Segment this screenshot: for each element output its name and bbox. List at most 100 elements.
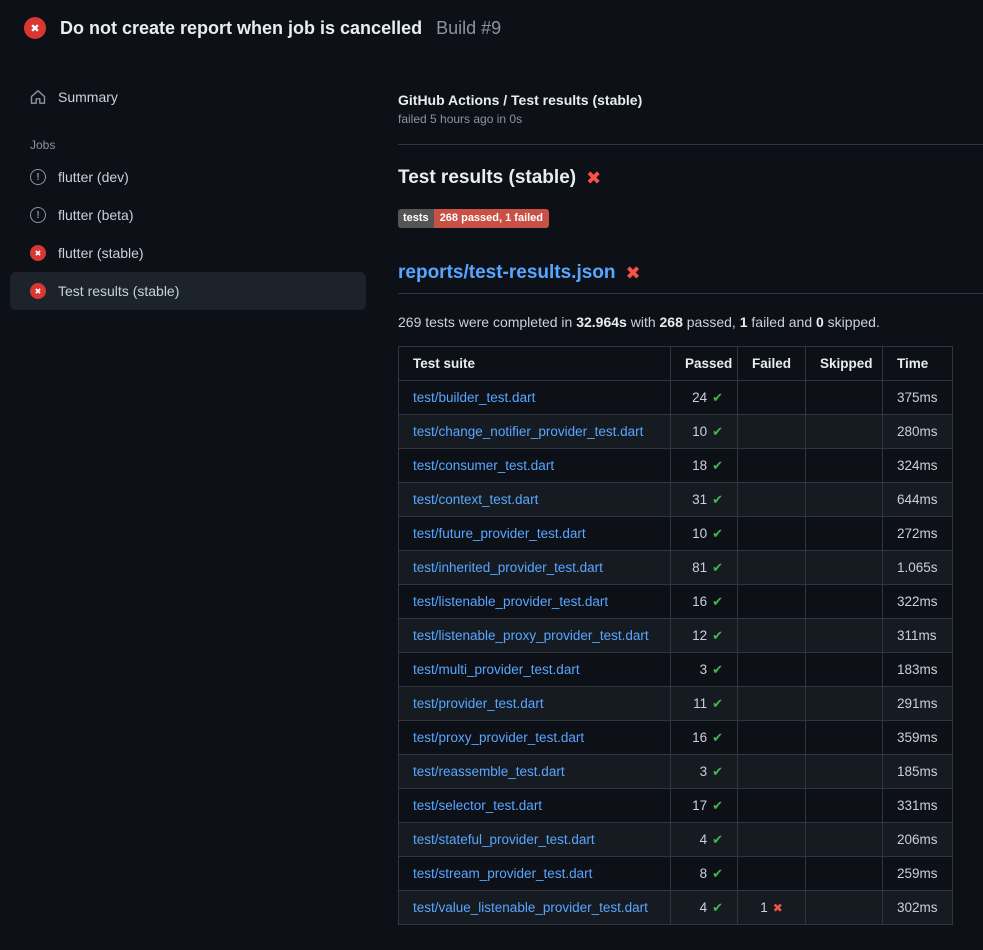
skipped-cell: [806, 653, 883, 687]
suite-cell: test/consumer_test.dart: [399, 449, 671, 483]
badge-label: tests: [398, 209, 434, 228]
table-row: test/proxy_provider_test.dart 16✔ 359ms: [399, 721, 953, 755]
failed-status-icon: ✖: [24, 17, 46, 39]
suite-cell: test/reassemble_test.dart: [399, 755, 671, 789]
page-header: ✖ Do not create report when job is cance…: [0, 0, 983, 54]
divider: [398, 144, 983, 145]
failed-cell: 1✖: [738, 891, 806, 925]
suite-cell: test/builder_test.dart: [399, 381, 671, 415]
suite-link[interactable]: test/inherited_provider_test.dart: [413, 560, 603, 575]
suite-link[interactable]: test/stream_provider_test.dart: [413, 866, 592, 881]
passed-cell: 16✔: [671, 585, 738, 619]
skipped-cell: [806, 755, 883, 789]
suite-link[interactable]: test/proxy_provider_test.dart: [413, 730, 584, 745]
suite-link[interactable]: test/selector_test.dart: [413, 798, 542, 813]
sidebar-item-job[interactable]: ! flutter (beta): [10, 196, 366, 234]
suite-link[interactable]: test/change_notifier_provider_test.dart: [413, 424, 643, 439]
suite-link[interactable]: test/listenable_proxy_provider_test.dart: [413, 628, 649, 643]
sidebar-item-label: Summary: [58, 89, 118, 105]
time-cell: 1.065s: [883, 551, 953, 585]
suite-link[interactable]: test/context_test.dart: [413, 492, 538, 507]
passed-cell: 81✔: [671, 551, 738, 585]
col-passed: Passed: [671, 347, 738, 381]
suite-cell: test/stream_provider_test.dart: [399, 857, 671, 891]
check-icon: ✔: [712, 833, 723, 848]
check-icon: ✔: [712, 697, 723, 712]
table-row: test/change_notifier_provider_test.dart …: [399, 415, 953, 449]
failed-cell: [738, 823, 806, 857]
time-cell: 359ms: [883, 721, 953, 755]
table-row: test/provider_test.dart 11✔ 291ms: [399, 687, 953, 721]
suite-link[interactable]: test/provider_test.dart: [413, 696, 544, 711]
check-icon: ✔: [712, 527, 723, 542]
run-meta: failed 5 hours ago in 0s: [398, 112, 983, 126]
main-content: GitHub Actions / Test results (stable) f…: [384, 54, 983, 925]
check-icon: ✔: [712, 595, 723, 610]
suite-link[interactable]: test/future_provider_test.dart: [413, 526, 586, 541]
skipped-cell: [806, 891, 883, 925]
sidebar-item-label: flutter (beta): [58, 207, 133, 223]
skipped-cell: [806, 857, 883, 891]
passed-cell: 4✔: [671, 823, 738, 857]
check-icon: ✔: [712, 391, 723, 406]
failed-cell: [738, 721, 806, 755]
table-row: test/context_test.dart 31✔ 644ms: [399, 483, 953, 517]
suite-link[interactable]: test/multi_provider_test.dart: [413, 662, 580, 677]
sidebar-item-summary[interactable]: Summary: [10, 78, 366, 116]
table-row: test/listenable_provider_test.dart 16✔ 3…: [399, 585, 953, 619]
failed-icon: ✖: [30, 245, 46, 261]
failed-cell: [738, 415, 806, 449]
suite-link[interactable]: test/listenable_provider_test.dart: [413, 594, 608, 609]
page-title: Do not create report when job is cancell…: [60, 18, 422, 39]
sidebar: Summary Jobs ! flutter (dev) ! flutter (…: [0, 54, 384, 310]
failed-cell: [738, 449, 806, 483]
check-icon: ✔: [712, 459, 723, 474]
failed-cell: [738, 619, 806, 653]
failed-cell: [738, 517, 806, 551]
failed-icon: ✖: [30, 283, 46, 299]
failed-cell: [738, 551, 806, 585]
table-row: test/stream_provider_test.dart 8✔ 259ms: [399, 857, 953, 891]
suite-link[interactable]: test/stateful_provider_test.dart: [413, 832, 595, 847]
suite-cell: test/listenable_provider_test.dart: [399, 585, 671, 619]
table-row: test/future_provider_test.dart 10✔ 272ms: [399, 517, 953, 551]
sidebar-item-job[interactable]: ! flutter (dev): [10, 158, 366, 196]
sidebar-item-job[interactable]: ✖ Test results (stable): [10, 272, 366, 310]
check-icon: ✔: [712, 867, 723, 882]
col-skipped: Skipped: [806, 347, 883, 381]
warning-icon: !: [30, 169, 46, 185]
suite-cell: test/multi_provider_test.dart: [399, 653, 671, 687]
tests-badge: tests 268 passed, 1 failed: [398, 209, 549, 228]
suite-cell: test/context_test.dart: [399, 483, 671, 517]
skipped-cell: [806, 551, 883, 585]
table-row: test/consumer_test.dart 18✔ 324ms: [399, 449, 953, 483]
suite-link[interactable]: test/value_listenable_provider_test.dart: [413, 900, 648, 915]
skipped-cell: [806, 381, 883, 415]
results-table-body: test/builder_test.dart 24✔ 375ms test/ch…: [399, 381, 953, 925]
check-icon: ✔: [712, 561, 723, 576]
passed-cell: 31✔: [671, 483, 738, 517]
badge-value: 268 passed, 1 failed: [434, 209, 549, 228]
skipped-cell: [806, 415, 883, 449]
report-link[interactable]: reports/test-results.json: [398, 262, 616, 284]
passed-cell: 18✔: [671, 449, 738, 483]
home-icon: [30, 89, 46, 105]
passed-cell: 3✔: [671, 653, 738, 687]
skipped-cell: [806, 721, 883, 755]
suite-link[interactable]: test/reassemble_test.dart: [413, 764, 565, 779]
suite-cell: test/stateful_provider_test.dart: [399, 823, 671, 857]
time-cell: 311ms: [883, 619, 953, 653]
page-layout: Summary Jobs ! flutter (dev) ! flutter (…: [0, 54, 983, 925]
skipped-cell: [806, 585, 883, 619]
suite-link[interactable]: test/builder_test.dart: [413, 390, 535, 405]
sidebar-item-job[interactable]: ✖ flutter (stable): [10, 234, 366, 272]
breadcrumb: GitHub Actions / Test results (stable): [398, 92, 983, 108]
failed-cell: [738, 687, 806, 721]
table-row: test/value_listenable_provider_test.dart…: [399, 891, 953, 925]
suite-link[interactable]: test/consumer_test.dart: [413, 458, 554, 473]
summary-line: 269 tests were completed in 32.964s with…: [398, 314, 983, 330]
time-cell: 331ms: [883, 789, 953, 823]
passed-cell: 8✔: [671, 857, 738, 891]
table-row: test/stateful_provider_test.dart 4✔ 206m…: [399, 823, 953, 857]
passed-cell: 12✔: [671, 619, 738, 653]
